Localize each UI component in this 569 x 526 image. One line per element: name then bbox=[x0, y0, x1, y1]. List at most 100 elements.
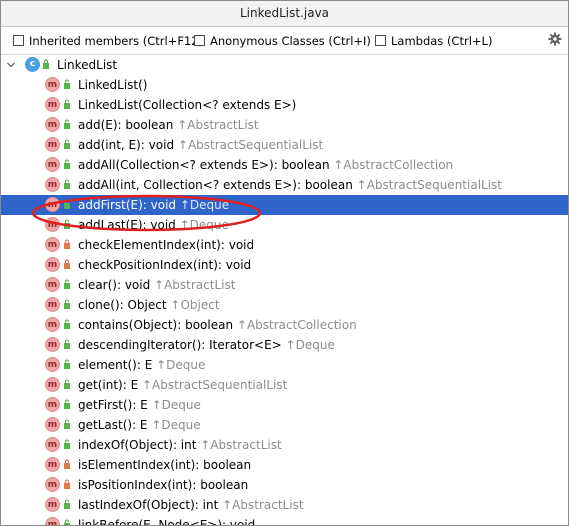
filter-toolbar: Inherited members (Ctrl+F12) Anonymous C… bbox=[1, 27, 568, 55]
private-lock-icon bbox=[64, 459, 70, 469]
gear-icon[interactable] bbox=[548, 32, 562, 46]
lambdas-option[interactable]: Lambdas (Ctrl+L) bbox=[375, 33, 492, 48]
method-icon: m bbox=[45, 437, 60, 452]
tree-item-method[interactable]: m getFirst(): E ↑Deque bbox=[1, 395, 568, 415]
tree-item-method[interactable]: m checkElementIndex(int): void bbox=[1, 235, 568, 255]
inherited-from-label: ↑Deque bbox=[285, 338, 335, 352]
method-label: LinkedList() bbox=[78, 78, 148, 92]
method-icon: m bbox=[45, 277, 60, 292]
method-label: lastIndexOf(Object): int ↑AbstractList bbox=[78, 498, 304, 512]
method-label: addAll(Collection<? extends E>): boolean… bbox=[78, 158, 453, 172]
tree-item-method[interactable]: m addFirst(E): void ↑Deque bbox=[1, 195, 568, 215]
tree-item-method[interactable]: m getLast(): E ↑Deque bbox=[1, 415, 568, 435]
method-signature: get(int): E bbox=[78, 378, 139, 392]
method-icon: m bbox=[45, 117, 60, 132]
method-icon: m bbox=[45, 237, 60, 252]
method-label: add(int, E): void ↑AbstractSequentialLis… bbox=[78, 138, 323, 152]
inherited-from-label: ↑AbstractList bbox=[200, 438, 282, 452]
tree-item-method[interactable]: m addAll(Collection<? extends E>): boolea… bbox=[1, 155, 568, 175]
public-lock-icon bbox=[64, 139, 70, 149]
method-signature: checkPositionIndex(int): void bbox=[78, 258, 252, 272]
tree-item-method[interactable]: m indexOf(Object): int ↑AbstractList bbox=[1, 435, 568, 455]
method-signature: lastIndexOf(Object): int bbox=[78, 498, 219, 512]
public-lock-icon bbox=[64, 299, 70, 309]
method-signature: clear(): void bbox=[78, 278, 151, 292]
inherited-from-label: ↑AbstractSequentialList bbox=[141, 378, 288, 392]
tree-item-method[interactable]: m LinkedList(Collection<? extends E>) bbox=[1, 95, 568, 115]
private-lock-icon bbox=[64, 259, 70, 269]
method-icon: m bbox=[45, 377, 60, 392]
tree-item-method[interactable]: m linkBefore(E, Node<E>): void bbox=[1, 515, 568, 526]
chevron-down-icon[interactable] bbox=[6, 60, 16, 70]
tree-item-method[interactable]: m element(): E ↑Deque bbox=[1, 355, 568, 375]
method-icon: m bbox=[45, 337, 60, 352]
lambdas-checkbox[interactable] bbox=[375, 35, 386, 46]
method-label: isElementIndex(int): boolean bbox=[78, 458, 251, 472]
tree-item-method[interactable]: m addAll(int, Collection<? extends E>): b… bbox=[1, 175, 568, 195]
tree-item-method[interactable]: m add(int, E): void ↑AbstractSequentialLi… bbox=[1, 135, 568, 155]
public-lock-icon bbox=[64, 219, 70, 229]
inherited-from-label: ↑AbstractCollection bbox=[333, 158, 454, 172]
tree-item-method[interactable]: m lastIndexOf(Object): int ↑AbstractList bbox=[1, 495, 568, 515]
inherited-from-label: ↑Deque bbox=[179, 218, 229, 232]
tree-item-method[interactable]: m add(E): boolean ↑AbstractList bbox=[1, 115, 568, 135]
method-icon: m bbox=[45, 517, 60, 525]
public-lock-icon bbox=[64, 79, 70, 89]
anonymous-classes-option[interactable]: Anonymous Classes (Ctrl+I) bbox=[194, 33, 371, 48]
method-label: LinkedList(Collection<? extends E>) bbox=[78, 98, 296, 112]
method-signature: contains(Object): boolean bbox=[78, 318, 234, 332]
tree-item-method[interactable]: m addLast(E): void ↑Deque bbox=[1, 215, 568, 235]
method-signature: descendingIterator(): Iterator<E> bbox=[78, 338, 282, 352]
inherited-from-label: ↑AbstractList bbox=[222, 498, 304, 512]
method-label: linkBefore(E, Node<E>): void bbox=[78, 518, 256, 526]
tree-root-linkedlist[interactable]: c LinkedList bbox=[1, 55, 568, 75]
inherited-from-label: ↑Deque bbox=[151, 398, 201, 412]
tree-item-method[interactable]: m isPositionIndex(int): boolean bbox=[1, 475, 568, 495]
tree-root-label: LinkedList bbox=[57, 58, 118, 72]
method-signature: addLast(E): void bbox=[78, 218, 176, 232]
method-signature: addAll(Collection<? extends E>): boolean bbox=[78, 158, 330, 172]
public-lock-icon bbox=[64, 199, 70, 209]
method-label: getLast(): E ↑Deque bbox=[78, 418, 201, 432]
method-label: descendingIterator(): Iterator<E> ↑Deque bbox=[78, 338, 335, 352]
inherited-members-option[interactable]: Inherited members (Ctrl+F12) bbox=[13, 33, 203, 48]
method-signature: linkBefore(E, Node<E>): void bbox=[78, 518, 256, 526]
tree-item-method[interactable]: m clone(): Object ↑Object bbox=[1, 295, 568, 315]
inherited-from-label: ↑Deque bbox=[151, 418, 201, 432]
public-lock-icon bbox=[64, 159, 70, 169]
tree-item-method[interactable]: m checkPositionIndex(int): void bbox=[1, 255, 568, 275]
tree-item-method[interactable]: m isElementIndex(int): boolean bbox=[1, 455, 568, 475]
public-lock-icon bbox=[64, 359, 70, 369]
inherited-from-label: ↑Deque bbox=[179, 198, 230, 212]
anonymous-classes-checkbox[interactable] bbox=[194, 35, 205, 46]
inherited-from-label: ↑AbstractSequentialList bbox=[177, 138, 324, 152]
method-signature: LinkedList(Collection<? extends E>) bbox=[78, 98, 297, 112]
method-signature: clone(): Object bbox=[78, 298, 167, 312]
method-label: addFirst(E): void ↑Deque bbox=[78, 198, 229, 212]
method-label: clear(): void ↑AbstractList bbox=[78, 278, 235, 292]
method-signature: isPositionIndex(int): boolean bbox=[78, 478, 249, 492]
tree-item-method[interactable]: m LinkedList() bbox=[1, 75, 568, 95]
window-title: LinkedList.java bbox=[1, 1, 568, 27]
method-label: clone(): Object ↑Object bbox=[78, 298, 220, 312]
method-signature: element(): E bbox=[78, 358, 153, 372]
method-icon: m bbox=[45, 177, 60, 192]
method-icon: m bbox=[45, 137, 60, 152]
tree-item-method[interactable]: m get(int): E ↑AbstractSequentialList bbox=[1, 375, 568, 395]
public-lock-icon bbox=[64, 399, 70, 409]
tree-item-method[interactable]: m clear(): void ↑AbstractList bbox=[1, 275, 568, 295]
tree-item-method[interactable]: m contains(Object): boolean ↑AbstractColl… bbox=[1, 315, 568, 335]
tree-item-method[interactable]: m descendingIterator(): Iterator<E> ↑Dequ… bbox=[1, 335, 568, 355]
method-icon: m bbox=[45, 197, 60, 212]
public-lock-icon bbox=[64, 99, 70, 109]
method-signature: LinkedList() bbox=[78, 78, 148, 92]
method-label: get(int): E ↑AbstractSequentialList bbox=[78, 378, 287, 392]
anonymous-classes-label: Anonymous Classes (Ctrl+I) bbox=[210, 33, 371, 48]
public-lock-icon bbox=[64, 419, 70, 429]
method-label: indexOf(Object): int ↑AbstractList bbox=[78, 438, 282, 452]
method-icon: m bbox=[45, 157, 60, 172]
inherited-members-checkbox[interactable] bbox=[13, 35, 24, 46]
method-signature: addFirst(E): void bbox=[78, 198, 177, 212]
method-signature: add(E): boolean bbox=[78, 118, 174, 132]
lambdas-label: Lambdas (Ctrl+L) bbox=[391, 33, 493, 48]
